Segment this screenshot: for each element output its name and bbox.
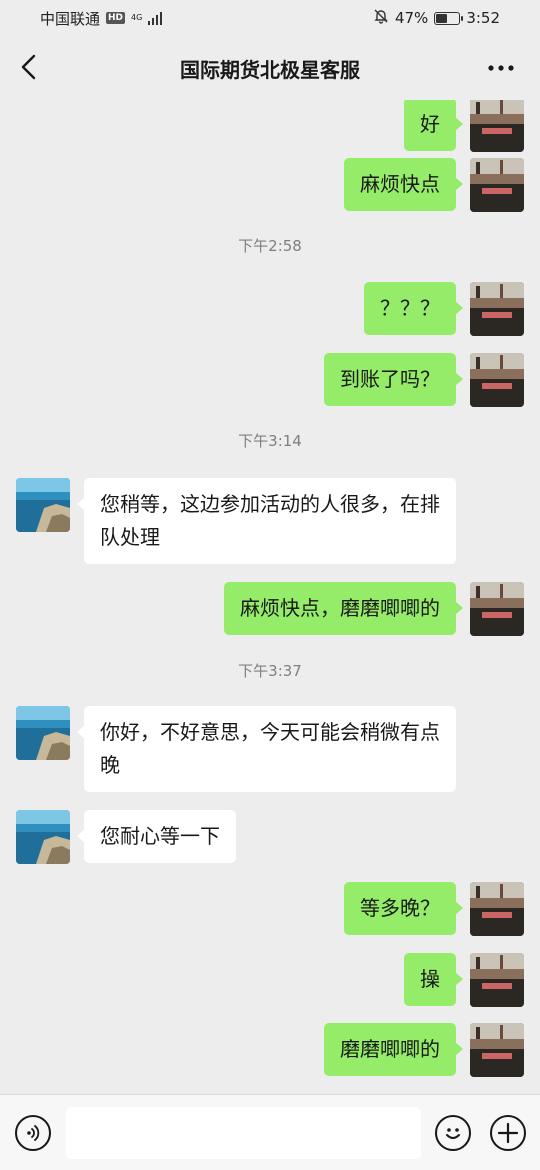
status-bar: 中国联通 HD 4G 47% 3:52 xyxy=(0,0,540,36)
message-input[interactable] xyxy=(66,1107,421,1159)
contact-avatar[interactable] xyxy=(16,478,70,532)
user-avatar[interactable] xyxy=(470,282,524,336)
battery-percent: 47% xyxy=(394,9,429,27)
timestamp: 下午3:14 xyxy=(238,432,302,450)
battery-icon xyxy=(434,11,464,25)
user-avatar[interactable] xyxy=(470,953,524,1007)
message-bubble[interactable]: 磨磨唧唧的 xyxy=(324,1023,463,1076)
carrier-label: 中国联通 xyxy=(40,9,101,28)
status-left: 中国联通 HD 4G xyxy=(40,8,163,29)
chat-title: 国际期货北极星客服 xyxy=(180,57,360,82)
message-bubble[interactable]: 您耐心等一下 xyxy=(77,810,236,863)
voice-icon[interactable] xyxy=(15,1115,51,1151)
message-bubble[interactable]: 好 xyxy=(404,100,463,151)
chevron-left-icon[interactable] xyxy=(14,52,44,82)
timestamp: 下午2:58 xyxy=(238,237,302,255)
message-bubble[interactable]: 麻烦快点 xyxy=(344,158,463,211)
message-bubble[interactable]: 你好，不好意思，今天可能会稍微有点晚 xyxy=(77,706,456,792)
message-bubble[interactable]: 到账了吗？ xyxy=(324,353,463,406)
timestamp: 下午3:37 xyxy=(238,662,302,680)
message-bubble[interactable]: 麻烦快点，磨磨唧唧的 xyxy=(224,582,463,635)
outgoing-message: 等多晚？ xyxy=(344,882,524,936)
outgoing-message: 到账了吗？ xyxy=(324,353,524,407)
outgoing-message: 麻烦快点，磨磨唧唧的 xyxy=(224,582,524,636)
nav-bar: 国际期货北极星客服 xyxy=(0,36,540,100)
message-bubble[interactable]: 您稍等，这边参加活动的人很多，在排队处理 xyxy=(77,478,456,564)
emoji-icon[interactable] xyxy=(435,1115,471,1151)
incoming-message: 你好，不好意思，今天可能会稍微有点晚 xyxy=(16,706,456,792)
user-avatar[interactable] xyxy=(470,100,524,152)
mute-bell-icon xyxy=(373,8,389,28)
outgoing-message: 操 xyxy=(404,953,524,1007)
outgoing-message: 磨磨唧唧的 xyxy=(324,1023,524,1077)
clock: 3:52 xyxy=(466,9,500,27)
incoming-message: 您稍等，这边参加活动的人很多，在排队处理 xyxy=(16,478,456,564)
outgoing-message: ？？？ xyxy=(364,282,524,336)
input-bar xyxy=(0,1094,540,1170)
plus-icon[interactable] xyxy=(490,1115,526,1151)
message-bubble[interactable]: 等多晚？ xyxy=(344,882,463,935)
status-right: 47% 3:52 xyxy=(373,8,500,28)
more-dots-icon[interactable] xyxy=(486,58,516,78)
user-avatar[interactable] xyxy=(470,582,524,636)
user-avatar[interactable] xyxy=(470,882,524,936)
user-avatar[interactable] xyxy=(470,1023,524,1077)
outgoing-message: 麻烦快点 xyxy=(344,158,524,212)
message-bubble[interactable]: ？？？ xyxy=(364,282,463,335)
contact-avatar[interactable] xyxy=(16,706,70,760)
contact-avatar[interactable] xyxy=(16,810,70,864)
outgoing-message: 好 xyxy=(404,100,524,152)
network-label: 4G xyxy=(131,13,143,22)
message-bubble[interactable]: 操 xyxy=(404,953,463,1006)
user-avatar[interactable] xyxy=(470,353,524,407)
hd-badge: HD xyxy=(106,12,126,24)
chat-area[interactable]: 好麻烦快点下午2:58 ？？？ 到账了吗？ 下午3:14 您稍等，这边参加活动的人很多，… xyxy=(0,100,540,1092)
incoming-message: 您耐心等一下 xyxy=(16,810,236,864)
user-avatar[interactable] xyxy=(470,158,524,212)
signal-icon xyxy=(148,11,163,25)
